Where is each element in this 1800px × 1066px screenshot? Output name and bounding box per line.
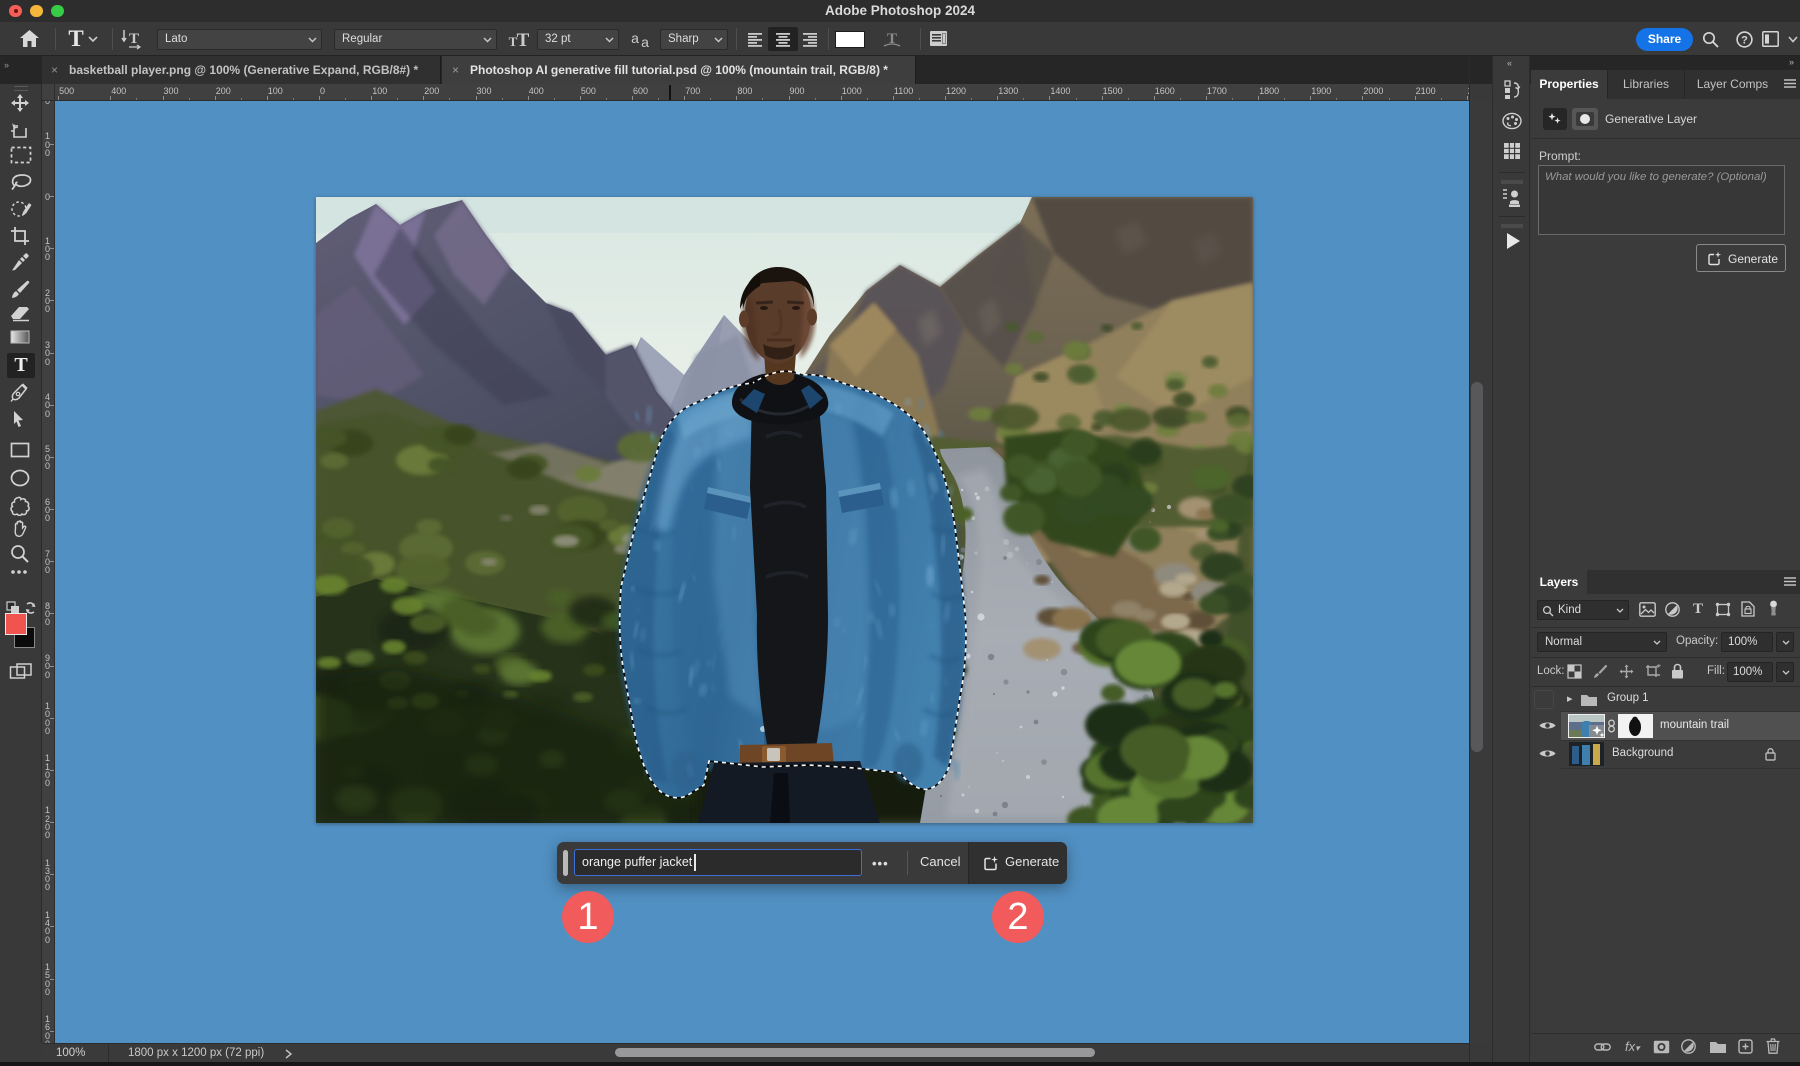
svg-text:T: T	[517, 30, 530, 49]
svg-text:a: a	[641, 34, 649, 48]
svg-text:?: ?	[1741, 35, 1748, 47]
svg-text:a: a	[631, 31, 639, 46]
svg-text:T: T	[129, 31, 139, 47]
